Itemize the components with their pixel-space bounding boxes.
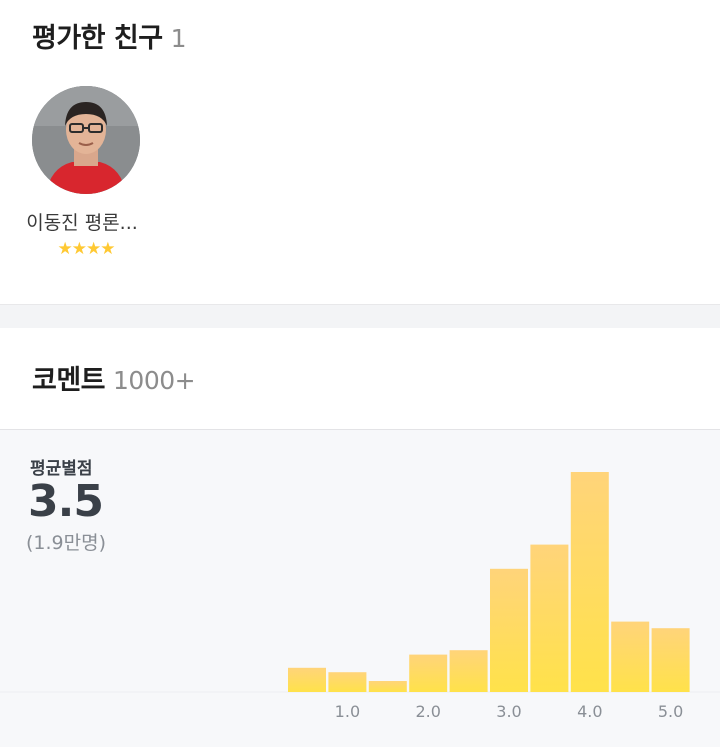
friend-name: 이동진 평론... bbox=[26, 212, 138, 234]
friends-title: 평가한 친구 1 bbox=[32, 16, 187, 55]
histogram-bar-1.0 bbox=[328, 672, 367, 692]
comments-count: 1000+ bbox=[113, 366, 196, 395]
x-tick-label-3.0: 3.0 bbox=[496, 702, 521, 721]
histogram-bar-5.0 bbox=[651, 628, 690, 692]
rating-histogram: 1.0 2.0 3.0 4.0 5.0 bbox=[0, 472, 720, 721]
comments-section: 코멘트 1000+ bbox=[0, 328, 720, 430]
histogram-bar-2.5 bbox=[449, 650, 488, 692]
comments-title[interactable]: 코멘트 1000+ bbox=[32, 358, 196, 397]
friend-rating-stars: ★★★★ bbox=[57, 239, 116, 259]
histogram-bar-4.0 bbox=[570, 472, 609, 692]
x-tick-label-2.0: 2.0 bbox=[415, 702, 440, 721]
rating-count: (1.9만명) bbox=[26, 532, 107, 554]
histogram-bar-3.5 bbox=[530, 544, 569, 692]
x-tick-label-5.0: 5.0 bbox=[658, 702, 683, 721]
histogram-bar-4.5 bbox=[611, 621, 650, 692]
friends-section: 평가한 친구 1 이동진 평론... ★★★★ bbox=[0, 0, 720, 304]
histogram-bar-2.0 bbox=[409, 654, 448, 692]
histogram-bar-1.5 bbox=[368, 681, 407, 692]
rating-distribution-panel: 1.0 2.0 3.0 4.0 5.0 평균별점 3.5 (1.9만명) bbox=[0, 430, 720, 747]
histogram-bar-3.0 bbox=[490, 568, 528, 692]
x-tick-label-4.0: 4.0 bbox=[577, 702, 602, 721]
average-rating-value: 3.5 bbox=[28, 476, 104, 527]
friends-title-text: 평가한 친구 bbox=[32, 23, 163, 54]
avatar-photo bbox=[32, 86, 140, 194]
histogram-bar-0.5 bbox=[288, 667, 326, 692]
friends-count: 1 bbox=[170, 24, 187, 53]
x-tick-label-1.0: 1.0 bbox=[335, 702, 360, 721]
friend-card[interactable]: 이동진 평론... ★★★★ bbox=[20, 86, 152, 259]
avatar[interactable] bbox=[32, 86, 140, 194]
comments-title-text: 코멘트 bbox=[32, 365, 106, 396]
section-divider bbox=[0, 304, 720, 328]
